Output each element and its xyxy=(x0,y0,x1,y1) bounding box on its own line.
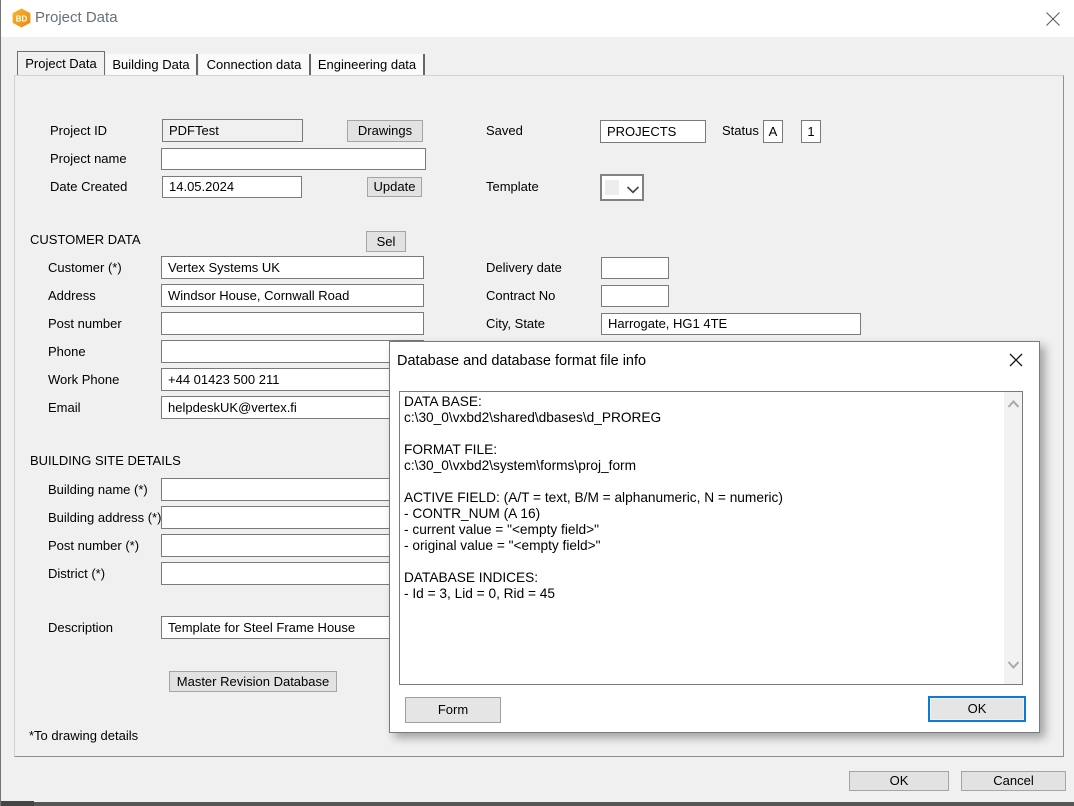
svg-text:BD: BD xyxy=(16,14,28,23)
